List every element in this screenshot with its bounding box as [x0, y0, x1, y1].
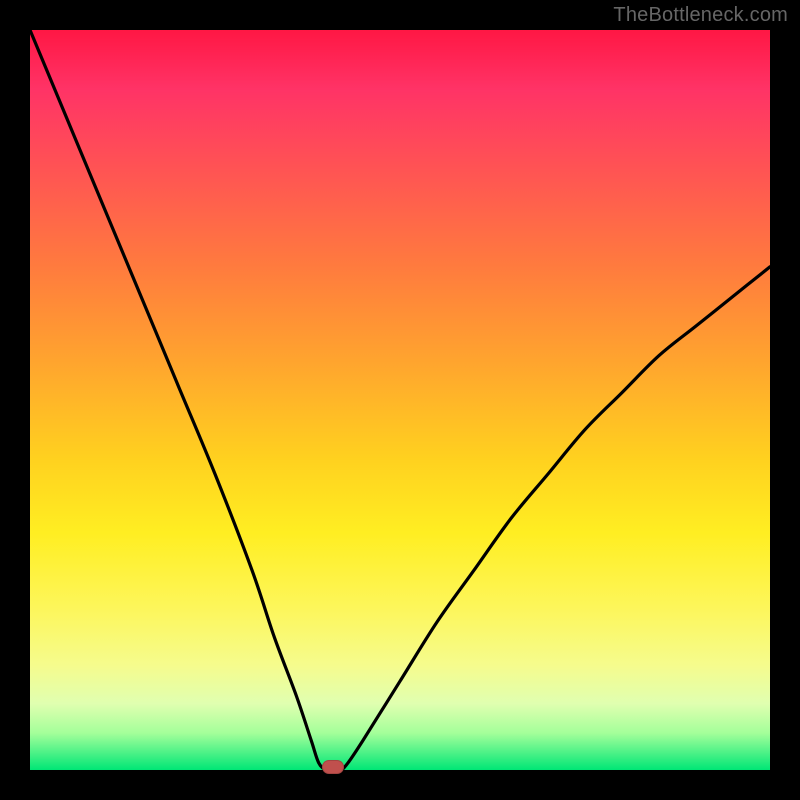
bottleneck-curve — [30, 30, 770, 770]
chart-svg — [30, 30, 770, 770]
chart-frame: TheBottleneck.com — [0, 0, 800, 800]
watermark-text: TheBottleneck.com — [613, 4, 788, 27]
optimum-marker — [322, 760, 344, 774]
plot-area — [30, 30, 770, 770]
